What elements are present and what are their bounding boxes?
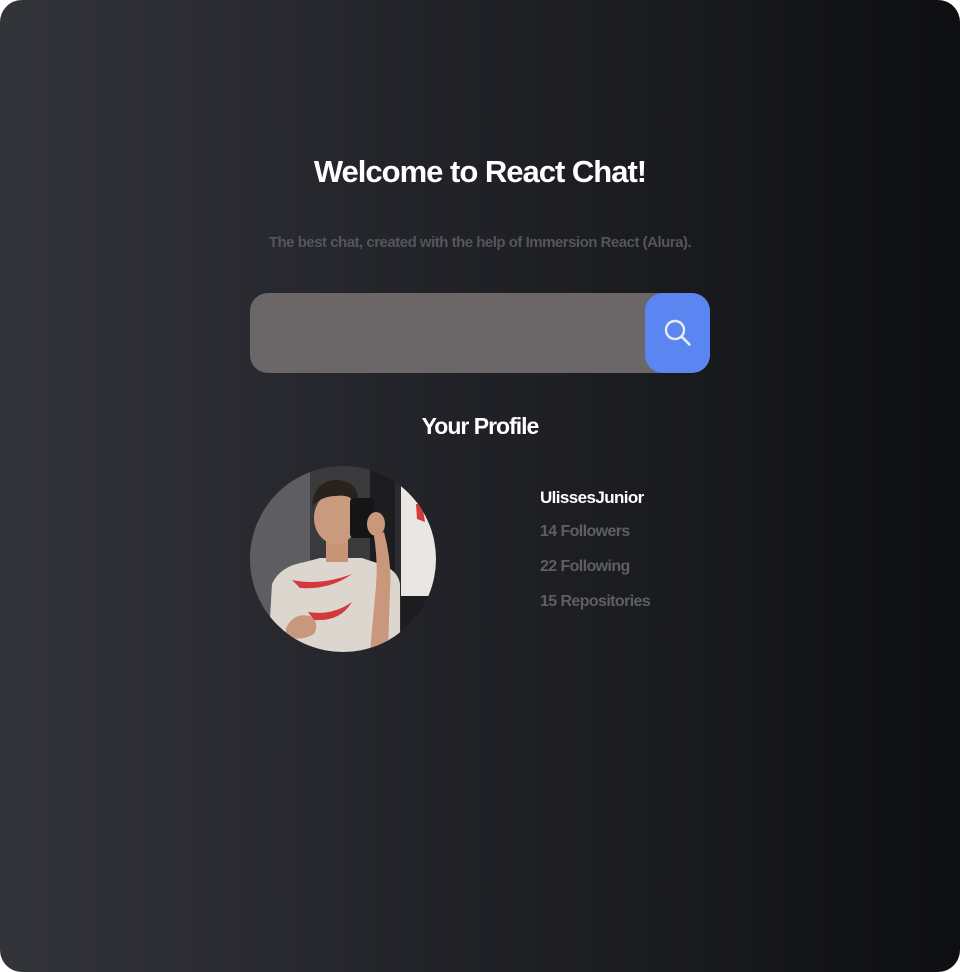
search-button[interactable] — [645, 293, 710, 373]
search-icon — [664, 319, 691, 346]
avatar — [250, 466, 436, 652]
page-title: Welcome to React Chat! — [313, 154, 647, 189]
followers-count: 14 Followers — [540, 523, 630, 540]
avatar-photo — [250, 466, 436, 652]
following-count: 22 Following — [540, 558, 630, 575]
profile-username: UlissesJunior — [540, 488, 644, 507]
search-input[interactable] — [250, 293, 645, 373]
page-subtitle: The best chat, created with the help of … — [268, 234, 692, 251]
profile-heading: Your Profile — [421, 413, 540, 439]
search-bar — [250, 293, 710, 373]
app-card: Welcome to React Chat! The best chat, cr… — [0, 0, 960, 972]
repositories-count: 15 Repositories — [540, 593, 651, 610]
profile-info: UlissesJunior 14 Followers 22 Following … — [540, 488, 651, 628]
